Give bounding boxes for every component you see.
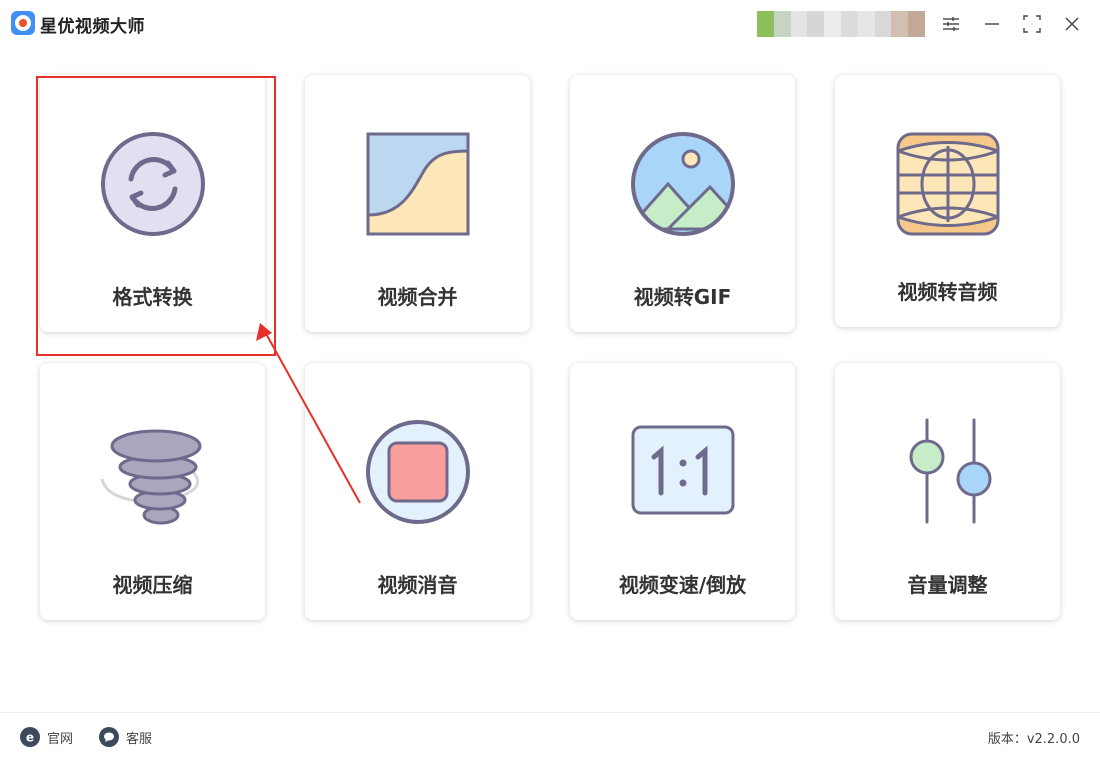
sliders-icon xyxy=(943,17,959,31)
support-label: 客服 xyxy=(126,731,153,747)
close-button[interactable] xyxy=(1058,10,1086,38)
volume-sliders-icon xyxy=(909,418,991,524)
merge-curve-icon xyxy=(366,132,469,236)
tool-label: 视频压缩 xyxy=(112,573,193,597)
footer-bar: e 官网 客服 版本：v2.2.0.0 xyxy=(0,712,1100,760)
tool-card-video-compress[interactable]: 视频压缩 xyxy=(40,363,265,620)
aspect-ratio-icon xyxy=(631,425,734,515)
support-link[interactable]: 客服 xyxy=(99,727,152,747)
website-link[interactable]: e 官网 xyxy=(20,727,73,747)
maximize-button[interactable] xyxy=(1018,10,1046,38)
tool-card-video-mute[interactable]: 视频消音 xyxy=(305,363,530,620)
settings-button[interactable] xyxy=(937,10,965,38)
audio-globe-icon xyxy=(896,132,999,236)
app-title: 星优视频大师 xyxy=(40,17,145,37)
tool-label: 视频合并 xyxy=(377,285,458,309)
maximize-icon xyxy=(1023,15,1041,33)
stop-circle-icon xyxy=(365,420,470,524)
tool-card-video-speed-reverse[interactable]: 视频变速/倒放 xyxy=(570,363,795,620)
tool-label: 视频消音 xyxy=(377,573,458,597)
user-avatar[interactable] xyxy=(757,11,925,37)
version-text: 版本：v2.2.0.0 xyxy=(987,732,1080,747)
website-label: 官网 xyxy=(47,731,74,747)
tool-card-video-merge[interactable]: 视频合并 xyxy=(305,75,530,332)
browser-e-icon: e xyxy=(20,727,40,747)
title-bar: 星优视频大师 xyxy=(0,0,1100,48)
minimize-icon xyxy=(985,23,999,25)
selection-highlight-box xyxy=(36,76,276,356)
landscape-image-icon xyxy=(630,132,735,236)
app-logo-icon xyxy=(11,11,35,35)
close-icon xyxy=(1065,17,1079,31)
tool-label: 视频转GIF xyxy=(633,285,732,309)
tool-card-volume-adjust[interactable]: 音量调整 xyxy=(835,363,1060,620)
tool-label: 视频转音频 xyxy=(897,280,998,304)
tornado-icon xyxy=(100,429,201,525)
tool-card-video-to-audio[interactable]: 视频转音频 xyxy=(835,75,1060,327)
tool-label: 音量调整 xyxy=(907,573,988,597)
svg-text:e: e xyxy=(26,731,34,745)
tool-card-video-to-gif[interactable]: 视频转GIF xyxy=(570,75,795,332)
tool-label: 视频变速/倒放 xyxy=(618,573,747,597)
minimize-button[interactable] xyxy=(978,10,1006,38)
chat-bubble-icon xyxy=(99,727,119,747)
